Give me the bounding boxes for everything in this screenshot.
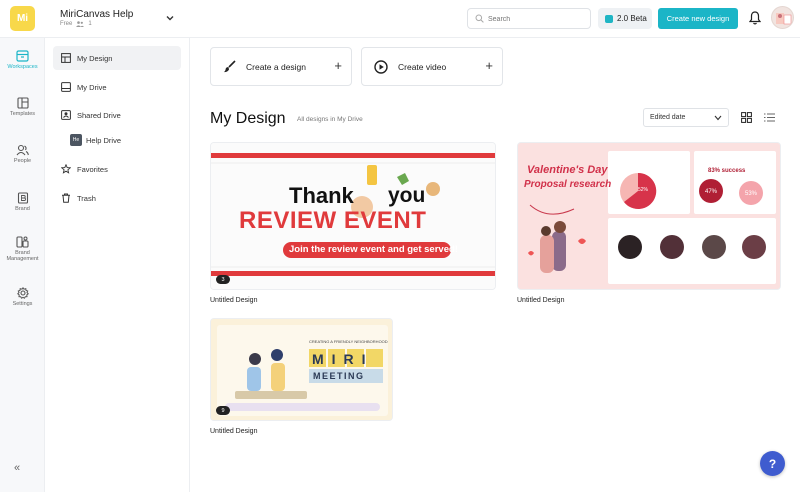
page-subtitle: All designs in My Drive — [297, 116, 363, 123]
page-count-badge: 9 — [216, 406, 230, 415]
sidebar: My Design My Drive Shared Drive He Help … — [45, 38, 190, 492]
thumb-pct-47: 47% — [705, 189, 718, 195]
drive-icon — [61, 82, 71, 92]
logo-text: Mi — [16, 13, 29, 24]
rail-item-brand[interactable]: Brand — [0, 192, 45, 212]
rail-label: Templates — [9, 111, 36, 117]
brand-icon — [17, 192, 28, 204]
sidebar-item-label: Shared Drive — [77, 110, 121, 120]
thumb-pct-83: 83% success — [708, 168, 746, 174]
search-input[interactable] — [488, 12, 586, 26]
search-icon — [475, 14, 484, 23]
design-thumbnail-review-event[interactable]: Thank you REVIEW EVENT Join the review e… — [210, 142, 496, 290]
star-icon — [61, 164, 71, 174]
avatar-image — [776, 13, 792, 25]
list-view-icon[interactable] — [764, 113, 775, 122]
collapse-rail-button[interactable]: « — [14, 462, 20, 474]
create-video-card[interactable]: Create video + — [361, 47, 503, 86]
design-name[interactable]: Untitled Design — [210, 297, 257, 304]
search-box[interactable] — [467, 8, 591, 29]
workspace-logo[interactable]: Mi — [10, 6, 35, 31]
thumb-title-proposal: Proposal research — [524, 179, 612, 190]
rail-label: Brand Management — [6, 250, 39, 262]
design-name[interactable]: Untitled Design — [210, 428, 257, 435]
brush-icon — [223, 60, 236, 73]
sidebar-item-label: Help Drive — [86, 135, 122, 145]
rail-label: People — [13, 158, 32, 164]
brand-management-icon — [16, 236, 29, 248]
thumb-word-miri: MIRI — [312, 351, 374, 367]
main-content: Create a design + Create video + My Desi… — [190, 38, 800, 492]
create-new-design-button[interactable]: Create new design — [658, 8, 738, 29]
page-title: My Design — [210, 110, 286, 127]
rail-item-settings[interactable]: Settings — [0, 287, 45, 307]
design-name[interactable]: Untitled Design — [517, 297, 564, 304]
rail-label: Brand — [15, 206, 30, 212]
chevron-down-icon[interactable] — [164, 12, 176, 24]
sidebar-item-favorites[interactable]: Favorites — [53, 157, 181, 181]
member-count: 1 — [88, 21, 92, 27]
workspace-name[interactable]: MiriCanvas Help — [60, 9, 133, 20]
page-count-badge: 3 — [216, 275, 230, 284]
design-thumbnail-valentines[interactable]: Valentine's Day Proposal research 52% 83… — [517, 142, 781, 290]
rail-item-people[interactable]: People — [0, 144, 45, 164]
thumb-text-thank: Thank — [289, 183, 354, 208]
beta-icon — [605, 14, 613, 23]
top-bar: Mi MiriCanvas Help Free 1 2.0 Beta Creat… — [0, 0, 800, 38]
thumb-word-meeting: MEETING — [313, 371, 365, 381]
template-icon — [16, 97, 29, 109]
sort-dropdown[interactable]: Edited date — [643, 108, 729, 127]
sort-value: Edited date — [650, 114, 686, 121]
thumb-pct-52: 52% — [638, 187, 649, 193]
plus-icon: + — [334, 58, 342, 73]
sidebar-item-label: Favorites — [77, 164, 108, 174]
sidebar-item-label: Trash — [77, 193, 96, 203]
sidebar-item-shared-drive[interactable]: Shared Drive — [53, 103, 181, 127]
sidebar-item-trash[interactable]: Trash — [53, 186, 181, 210]
create-video-label: Create video — [398, 61, 447, 72]
avatar[interactable] — [771, 6, 794, 29]
people-icon — [16, 144, 29, 156]
thumb-text-you: you — [388, 184, 426, 207]
help-button[interactable]: ? — [760, 451, 785, 476]
help-drive-badge: He — [70, 134, 82, 146]
sidebar-item-help-drive[interactable]: He Help Drive — [70, 131, 180, 149]
workspace-plan-row: Free 1 — [60, 21, 92, 27]
play-icon — [374, 59, 388, 74]
shared-drive-icon — [61, 110, 71, 120]
bell-icon[interactable] — [749, 11, 761, 25]
thumb-pct-53: 53% — [745, 191, 758, 197]
rail-item-workspaces[interactable]: Workspaces — [0, 50, 45, 70]
beta-label: 2.0 Beta — [617, 14, 647, 23]
sidebar-item-label: My Design — [77, 53, 113, 63]
workspace-plan: Free — [60, 21, 73, 27]
miri-meeting-artwork — [211, 319, 392, 420]
sidebar-item-my-design[interactable]: My Design — [53, 46, 181, 70]
rail-item-brand-management[interactable]: Brand Management — [0, 236, 45, 262]
rail-label: Settings — [12, 301, 33, 307]
create-design-label: Create a design — [246, 61, 307, 72]
workspace-icon — [16, 50, 29, 62]
left-rail: Workspaces Templates People Brand Brand … — [0, 38, 45, 492]
rail-item-templates[interactable]: Templates — [0, 97, 45, 117]
thumb-title-valentines: Valentine's Day — [527, 164, 608, 176]
design-thumbnail-miri-meeting[interactable]: CREATING A FRIENDLY NEIGHBORHOOD MIRI ME… — [210, 318, 393, 421]
thumb-text-banner: Join the review event and get served! — [289, 244, 458, 255]
grid-view-icon[interactable] — [741, 112, 752, 123]
plus-icon: + — [485, 58, 493, 73]
member-icon — [76, 21, 85, 27]
rail-label: Workspaces — [7, 64, 38, 70]
chevron-down-icon — [714, 115, 722, 121]
thumb-text-review-event: REVIEW EVENT — [239, 207, 427, 234]
layout-icon — [61, 53, 71, 63]
create-design-card[interactable]: Create a design + — [210, 47, 352, 86]
sidebar-item-my-drive[interactable]: My Drive — [53, 75, 181, 99]
sidebar-item-label: My Drive — [77, 82, 107, 92]
gear-icon — [16, 287, 29, 299]
thumb-header-text: CREATING A FRIENDLY NEIGHBORHOOD — [309, 339, 388, 344]
beta-button[interactable]: 2.0 Beta — [598, 8, 652, 29]
trash-icon — [62, 193, 70, 203]
